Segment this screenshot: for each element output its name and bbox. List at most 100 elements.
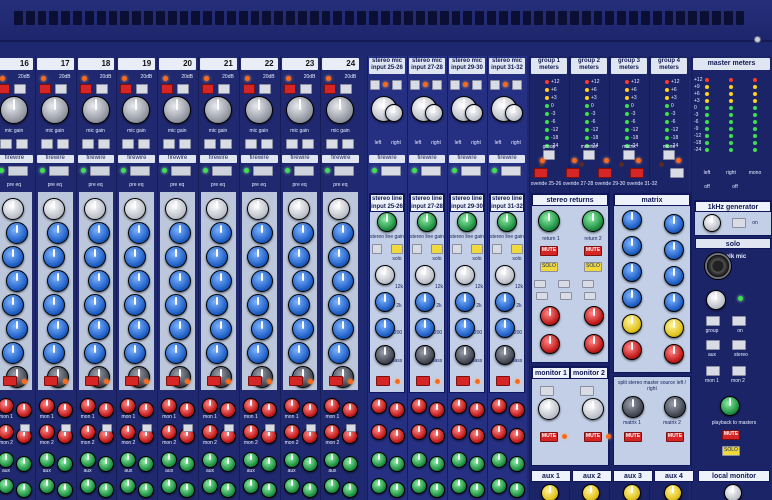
overide-button[interactable] xyxy=(566,168,580,178)
aux-knob[interactable] xyxy=(79,398,96,414)
aux-knob[interactable] xyxy=(451,424,467,440)
aux-knob[interactable] xyxy=(202,478,218,494)
aux-knob[interactable] xyxy=(79,478,96,494)
return2-monitor2-knob[interactable] xyxy=(584,334,604,354)
eq-button[interactable] xyxy=(43,376,58,386)
aux-knob[interactable] xyxy=(509,482,525,498)
eq-button[interactable] xyxy=(456,376,470,386)
phase-button[interactable] xyxy=(138,139,151,149)
phantom-button[interactable] xyxy=(38,84,51,94)
phantom-button[interactable] xyxy=(450,80,460,90)
eq-knob[interactable] xyxy=(83,246,106,268)
aux-knob[interactable] xyxy=(491,424,507,440)
direct-out-button[interactable] xyxy=(89,166,110,176)
aux-knob[interactable] xyxy=(509,456,525,472)
meter-select-button[interactable] xyxy=(583,150,595,160)
direct-out-button[interactable] xyxy=(212,166,232,176)
treble-knob[interactable] xyxy=(415,265,435,285)
phantom-button[interactable] xyxy=(283,84,296,94)
pre-button[interactable] xyxy=(540,386,554,396)
return2-monitor-knob[interactable] xyxy=(584,306,604,326)
eq-knob[interactable] xyxy=(87,270,110,292)
pad-button[interactable] xyxy=(218,84,230,94)
aux-knob[interactable] xyxy=(371,424,387,440)
overide-button[interactable] xyxy=(534,168,548,178)
eq-knob[interactable] xyxy=(210,318,232,340)
output-select-button[interactable] xyxy=(670,168,684,178)
aux-knob[interactable] xyxy=(16,402,32,418)
eq-knob[interactable] xyxy=(83,294,106,316)
overide-button[interactable] xyxy=(598,168,612,178)
hi-mid-knob[interactable] xyxy=(455,292,475,312)
hpf-button[interactable] xyxy=(40,139,53,149)
eq-knob[interactable] xyxy=(287,198,310,220)
hi-mid-knob[interactable] xyxy=(495,292,515,312)
channel-mono-button[interactable] xyxy=(452,244,462,254)
hpf-button[interactable] xyxy=(326,139,339,149)
treble-knob[interactable] xyxy=(495,265,515,285)
playback-knob[interactable] xyxy=(720,396,740,416)
route-button[interactable] xyxy=(584,292,596,300)
hpf-button[interactable] xyxy=(163,139,176,149)
eq-button[interactable] xyxy=(288,376,303,386)
phantom-button[interactable] xyxy=(161,84,174,94)
eq-knob[interactable] xyxy=(6,222,28,244)
aux-output-knob[interactable] xyxy=(582,484,600,500)
pre-button[interactable] xyxy=(580,386,594,396)
aux-knob[interactable] xyxy=(451,398,467,414)
talk-mon2-button[interactable] xyxy=(732,366,746,376)
direct-out-button[interactable] xyxy=(501,166,521,176)
overide-button[interactable] xyxy=(630,168,644,178)
eq-knob[interactable] xyxy=(210,270,232,292)
phase-button[interactable] xyxy=(179,139,192,149)
eq-button[interactable] xyxy=(496,376,510,386)
matrix2-knob[interactable] xyxy=(664,214,684,234)
stereo-mic-gain-knob[interactable] xyxy=(385,104,403,122)
phantom-button[interactable] xyxy=(79,84,92,94)
treble-knob[interactable] xyxy=(375,265,395,285)
phantom-button[interactable] xyxy=(490,80,500,90)
route-button[interactable] xyxy=(534,280,546,288)
channel-mono-button[interactable] xyxy=(372,244,382,254)
pre-button[interactable] xyxy=(60,424,71,432)
aux-knob[interactable] xyxy=(389,456,405,472)
route-button[interactable] xyxy=(536,292,548,300)
matrix1-knob[interactable] xyxy=(622,288,642,308)
mic-gain-knob[interactable] xyxy=(81,96,110,124)
aux-knob[interactable] xyxy=(220,402,236,418)
monitor2-level-knob[interactable] xyxy=(582,398,604,420)
aux-knob[interactable] xyxy=(389,428,405,444)
direct-out-button[interactable] xyxy=(252,166,273,176)
hpf-button[interactable] xyxy=(204,139,216,149)
aux-knob[interactable] xyxy=(301,402,318,418)
eq-button[interactable] xyxy=(125,376,140,386)
mic-gain-knob[interactable] xyxy=(204,96,232,124)
stereo-line-gain-knob[interactable] xyxy=(377,212,397,232)
aux-knob[interactable] xyxy=(16,456,32,472)
direct-out-button[interactable] xyxy=(381,166,401,176)
phantom-button[interactable] xyxy=(370,80,380,90)
eq-knob[interactable] xyxy=(42,342,65,364)
channel-mono-button[interactable] xyxy=(492,244,502,254)
aux-knob[interactable] xyxy=(283,424,300,440)
eq-knob[interactable] xyxy=(287,294,310,316)
aux-knob[interactable] xyxy=(38,398,55,414)
eq-knob[interactable] xyxy=(210,222,232,244)
direct-out-button[interactable] xyxy=(334,166,355,176)
meter-select-button[interactable] xyxy=(663,150,675,160)
matrix1-knob[interactable] xyxy=(622,262,642,282)
aux-knob[interactable] xyxy=(429,456,445,472)
aux-knob[interactable] xyxy=(283,398,300,414)
aux-knob[interactable] xyxy=(509,402,525,418)
aux-knob[interactable] xyxy=(411,452,427,468)
talk-level-knob[interactable] xyxy=(706,290,726,310)
aux-output-knob[interactable] xyxy=(664,484,682,500)
phase-button[interactable] xyxy=(342,139,355,149)
pre-button[interactable] xyxy=(20,424,30,432)
channel-mono-button[interactable] xyxy=(412,244,422,254)
eq-knob[interactable] xyxy=(250,270,273,292)
pre-button[interactable] xyxy=(305,424,316,432)
eq-knob[interactable] xyxy=(206,246,228,268)
aux-knob[interactable] xyxy=(371,398,387,414)
stereo-mic-gain-knob[interactable] xyxy=(425,104,443,122)
